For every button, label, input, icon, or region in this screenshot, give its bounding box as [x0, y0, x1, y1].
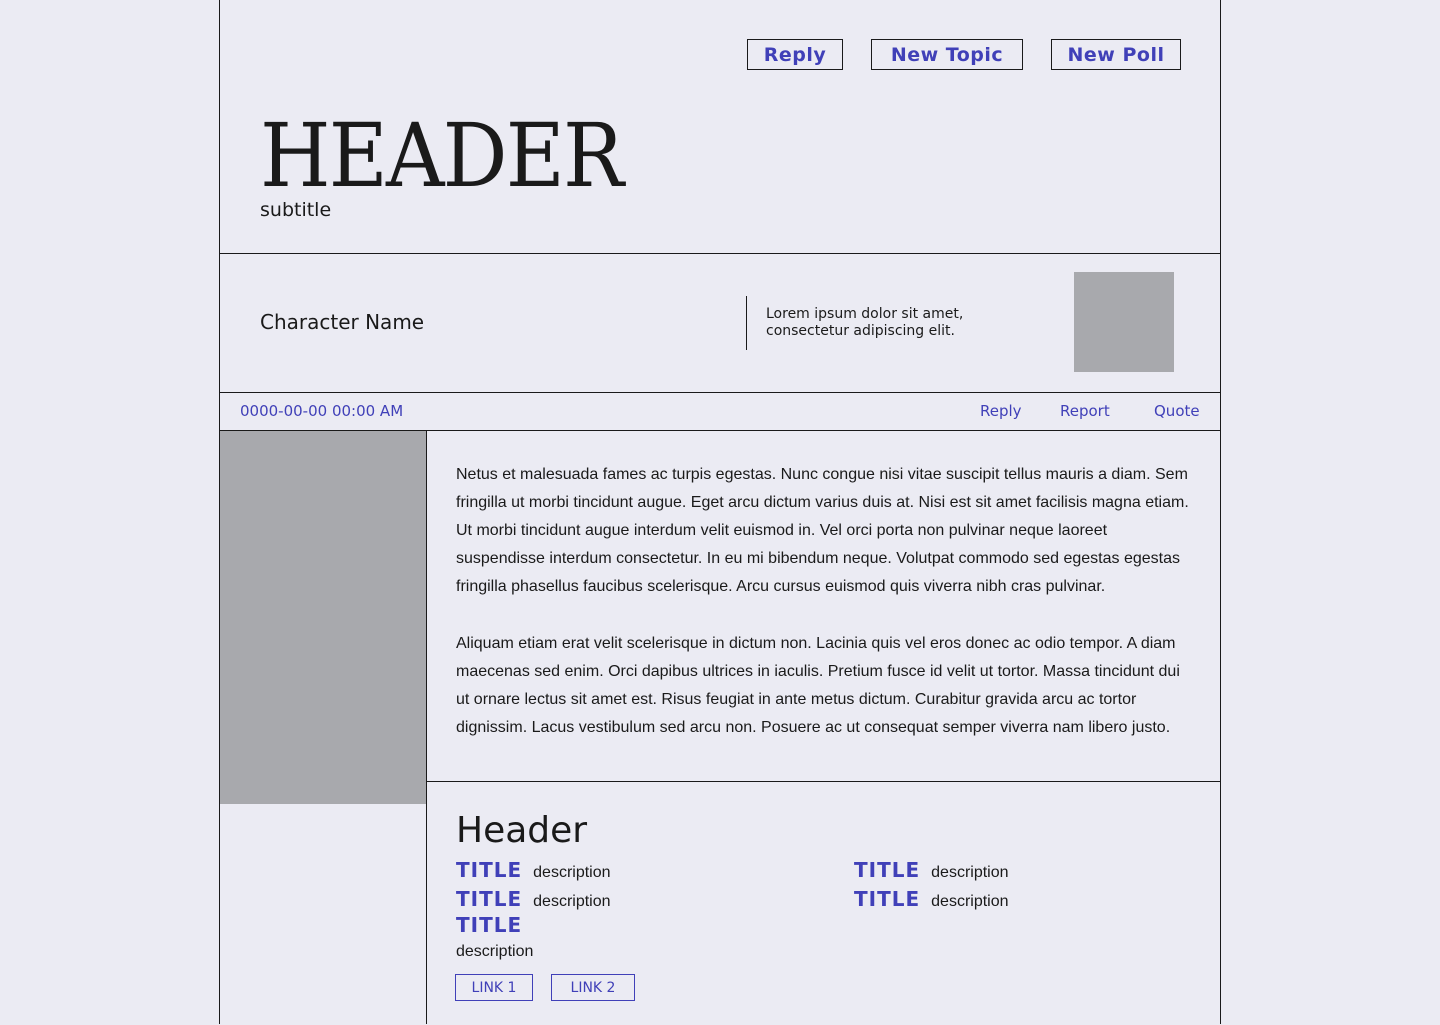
post-paragraph: Netus et malesuada fames ac turpis egest…: [456, 466, 1189, 595]
character-bar: Character Name Lorem ipsum dolor sit ame…: [220, 254, 1220, 393]
signature-item-description: description: [931, 864, 1009, 881]
post-timestamp: 0000-00-00 00:00 AM: [240, 402, 404, 420]
signature-item: TITLE description: [456, 913, 533, 961]
new-topic-button[interactable]: New Topic: [871, 39, 1023, 70]
signature-item: TITLE description: [456, 887, 611, 911]
signature-link-2[interactable]: LINK 2: [551, 974, 635, 1001]
new-poll-button[interactable]: New Poll: [1051, 39, 1181, 70]
signature-link-1[interactable]: LINK 1: [455, 974, 533, 1001]
signature-item-title: TITLE: [854, 887, 921, 911]
post-paragraph: Aliquam etiam erat velit scelerisque in …: [456, 635, 1180, 736]
post-image: [220, 431, 426, 804]
signature-item-title: TITLE: [456, 887, 523, 911]
post-meta-bar: 0000-00-00 00:00 AM Reply Report Quote: [220, 393, 1220, 431]
signature-header: Header: [456, 810, 588, 851]
character-name[interactable]: Character Name: [260, 310, 424, 334]
signature-item-title: TITLE: [456, 858, 523, 882]
reply-button[interactable]: Reply: [747, 39, 843, 70]
character-quote: Lorem ipsum dolor sit amet, consectetur …: [766, 306, 964, 339]
signature-item-description: description: [533, 864, 611, 881]
avatar: [1074, 272, 1174, 372]
signature-item-description: description: [931, 893, 1009, 910]
page-frame: Reply New Topic New Poll HEADER subtitle…: [219, 0, 1221, 1024]
page-title: HEADER: [260, 104, 624, 207]
signature-item: TITLE description: [456, 858, 611, 882]
post-body: Netus et malesuada fames ac turpis egest…: [456, 461, 1196, 771]
signature-item-title: TITLE: [854, 858, 921, 882]
post-quote-link[interactable]: Quote: [1154, 402, 1200, 420]
page-header: Reply New Topic New Poll HEADER subtitle: [220, 0, 1220, 254]
page-subtitle: subtitle: [260, 199, 332, 221]
signature-item-description: description: [533, 893, 611, 910]
signature-item-title: TITLE: [456, 913, 523, 937]
post-report-link[interactable]: Report: [1060, 402, 1110, 420]
signature-block: Header TITLE description TITLE descripti…: [427, 781, 1220, 1025]
signature-item: TITLE description: [854, 858, 1009, 882]
signature-item-description: description: [456, 943, 534, 960]
divider: [746, 296, 747, 350]
post-reply-link[interactable]: Reply: [980, 402, 1022, 420]
signature-item: TITLE description: [854, 887, 1009, 911]
